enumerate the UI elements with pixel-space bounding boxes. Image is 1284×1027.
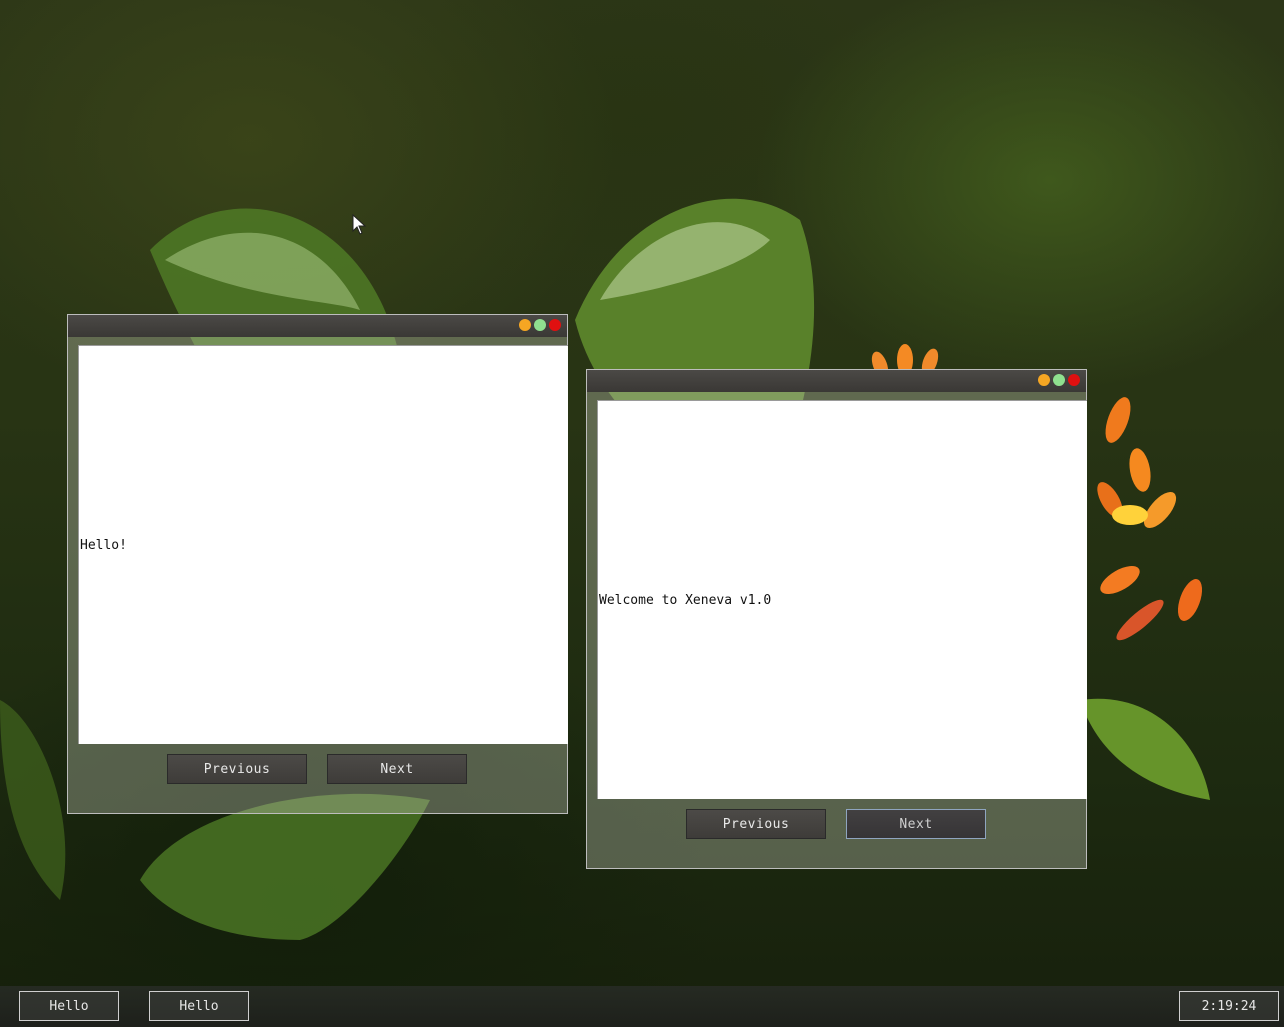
- taskbar-item-hello[interactable]: Hello: [149, 991, 249, 1021]
- next-button[interactable]: Next: [327, 754, 467, 784]
- previous-button[interactable]: Previous: [686, 809, 826, 839]
- window-welcome: Welcome to Xeneva v1.0 Previous Next: [586, 369, 1087, 869]
- taskbar-item-hello[interactable]: Hello: [19, 991, 119, 1021]
- next-button[interactable]: Next: [846, 809, 986, 839]
- maximize-icon[interactable]: [534, 319, 546, 331]
- content-text: Hello!: [80, 538, 127, 553]
- close-icon[interactable]: [549, 319, 561, 331]
- content-text: Welcome to Xeneva v1.0: [599, 593, 772, 608]
- close-icon[interactable]: [1068, 374, 1080, 386]
- maximize-icon[interactable]: [1053, 374, 1065, 386]
- window-content-area: Welcome to Xeneva v1.0: [597, 400, 1087, 799]
- window-hello: Hello! Previous Next: [67, 314, 568, 814]
- window-content-area: Hello!: [78, 345, 568, 744]
- minimize-icon[interactable]: [1038, 374, 1050, 386]
- window-titlebar[interactable]: [587, 370, 1086, 392]
- minimize-icon[interactable]: [519, 319, 531, 331]
- taskbar-clock: 2:19:24: [1179, 991, 1279, 1021]
- taskbar: Hello Hello 2:19:24: [0, 986, 1284, 1027]
- window-titlebar[interactable]: [68, 315, 567, 337]
- mouse-cursor-icon: [352, 214, 367, 235]
- previous-button[interactable]: Previous: [167, 754, 307, 784]
